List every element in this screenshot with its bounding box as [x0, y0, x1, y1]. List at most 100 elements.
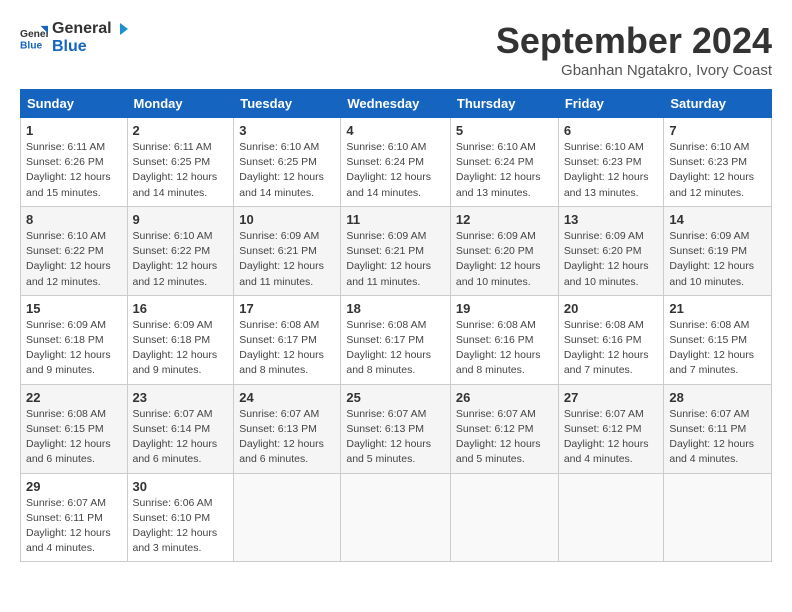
day-info: Sunrise: 6:10 AMSunset: 6:25 PMDaylight:… — [239, 140, 335, 201]
calendar-table: SundayMondayTuesdayWednesdayThursdayFrid… — [20, 89, 772, 562]
day-info: Sunrise: 6:08 AMSunset: 6:17 PMDaylight:… — [239, 318, 335, 379]
calendar-week-row: 1Sunrise: 6:11 AMSunset: 6:26 PMDaylight… — [21, 118, 772, 207]
calendar-cell — [234, 473, 341, 562]
calendar-cell: 13 Sunrise: 6:09 AMSunset: 6:20 PMDayligh… — [558, 206, 664, 295]
day-info: Sunrise: 6:08 AMSunset: 6:16 PMDaylight:… — [456, 318, 553, 379]
day-info: Sunrise: 6:06 AMSunset: 6:10 PMDaylight:… — [133, 496, 229, 557]
day-info: Sunrise: 6:07 AMSunset: 6:13 PMDaylight:… — [239, 407, 335, 468]
day-number: 19 — [456, 301, 553, 316]
calendar-cell: 28Sunrise: 6:07 AMSunset: 6:11 PMDayligh… — [664, 384, 772, 473]
calendar-cell — [558, 473, 664, 562]
calendar-cell: 26Sunrise: 6:07 AMSunset: 6:12 PMDayligh… — [450, 384, 558, 473]
weekday-header-friday: Friday — [558, 90, 664, 118]
day-number: 6 — [564, 123, 659, 138]
calendar-cell: 14Sunrise: 6:09 AMSunset: 6:19 PMDayligh… — [664, 206, 772, 295]
day-number: 12 — [456, 212, 553, 227]
day-number: 25 — [346, 390, 445, 405]
day-info: Sunrise: 6:08 AMSunset: 6:16 PMDaylight:… — [564, 318, 659, 379]
day-info: Sunrise: 6:10 AMSunset: 6:23 PMDaylight:… — [669, 140, 766, 201]
day-info: Sunrise: 6:09 AMSunset: 6:20 PMDaylight:… — [564, 229, 659, 290]
day-info: Sunrise: 6:10 AMSunset: 6:22 PMDaylight:… — [133, 229, 229, 290]
day-number: 4 — [346, 123, 445, 138]
logo-arrow-icon — [114, 21, 130, 37]
day-info: Sunrise: 6:09 AMSunset: 6:20 PMDaylight:… — [456, 229, 553, 290]
day-info: Sunrise: 6:08 AMSunset: 6:15 PMDaylight:… — [669, 318, 766, 379]
day-number: 18 — [346, 301, 445, 316]
calendar-cell: 6 Sunrise: 6:10 AMSunset: 6:23 PMDaylight… — [558, 118, 664, 207]
calendar-week-row: 8 Sunrise: 6:10 AMSunset: 6:22 PMDaylight… — [21, 206, 772, 295]
calendar-cell: 18 Sunrise: 6:08 AMSunset: 6:17 PMDayligh… — [341, 295, 451, 384]
calendar-cell: 10 Sunrise: 6:09 AMSunset: 6:21 PMDayligh… — [234, 206, 341, 295]
calendar-header-row: SundayMondayTuesdayWednesdayThursdayFrid… — [21, 90, 772, 118]
calendar-cell: 12 Sunrise: 6:09 AMSunset: 6:20 PMDayligh… — [450, 206, 558, 295]
day-info: Sunrise: 6:07 AMSunset: 6:11 PMDaylight:… — [669, 407, 766, 468]
weekday-header-tuesday: Tuesday — [234, 90, 341, 118]
day-info: Sunrise: 6:09 AMSunset: 6:18 PMDaylight:… — [26, 318, 122, 379]
calendar-cell: 15 Sunrise: 6:09 AMSunset: 6:18 PMDayligh… — [21, 295, 128, 384]
calendar-cell — [664, 473, 772, 562]
day-number: 8 — [26, 212, 122, 227]
month-title: September 2024 — [496, 20, 772, 62]
calendar-cell: 3 Sunrise: 6:10 AMSunset: 6:25 PMDaylight… — [234, 118, 341, 207]
calendar-cell: 16Sunrise: 6:09 AMSunset: 6:18 PMDayligh… — [127, 295, 234, 384]
calendar-cell: 20Sunrise: 6:08 AMSunset: 6:16 PMDayligh… — [558, 295, 664, 384]
day-info: Sunrise: 6:11 AMSunset: 6:25 PMDaylight:… — [133, 140, 229, 201]
weekday-header-thursday: Thursday — [450, 90, 558, 118]
day-number: 10 — [239, 212, 335, 227]
logo-general-text: General — [52, 20, 112, 38]
calendar-cell: 29 Sunrise: 6:07 AMSunset: 6:11 PMDayligh… — [21, 473, 128, 562]
calendar-cell: 21 Sunrise: 6:08 AMSunset: 6:15 PMDayligh… — [664, 295, 772, 384]
day-number: 7 — [669, 123, 766, 138]
day-number: 24 — [239, 390, 335, 405]
calendar-cell: 19 Sunrise: 6:08 AMSunset: 6:16 PMDayligh… — [450, 295, 558, 384]
day-number: 30 — [133, 479, 229, 494]
logo-icon: General Blue — [20, 24, 48, 52]
calendar-week-row: 22 Sunrise: 6:08 AMSunset: 6:15 PMDayligh… — [21, 384, 772, 473]
calendar-cell: 17 Sunrise: 6:08 AMSunset: 6:17 PMDayligh… — [234, 295, 341, 384]
calendar-cell: 7 Sunrise: 6:10 AMSunset: 6:23 PMDaylight… — [664, 118, 772, 207]
day-info: Sunrise: 6:09 AMSunset: 6:21 PMDaylight:… — [239, 229, 335, 290]
title-block: September 2024 Gbanhan Ngatakro, Ivory C… — [496, 20, 772, 79]
day-info: Sunrise: 6:10 AMSunset: 6:22 PMDaylight:… — [26, 229, 122, 290]
day-number: 3 — [239, 123, 335, 138]
calendar-cell: 22 Sunrise: 6:08 AMSunset: 6:15 PMDayligh… — [21, 384, 128, 473]
day-number: 9 — [133, 212, 229, 227]
day-number: 22 — [26, 390, 122, 405]
calendar-cell — [341, 473, 451, 562]
day-number: 2 — [133, 123, 229, 138]
day-number: 23 — [133, 390, 229, 405]
day-number: 13 — [564, 212, 659, 227]
calendar-cell: 25 Sunrise: 6:07 AMSunset: 6:13 PMDayligh… — [341, 384, 451, 473]
logo-blue-text: Blue — [52, 38, 87, 55]
calendar-cell: 8 Sunrise: 6:10 AMSunset: 6:22 PMDaylight… — [21, 206, 128, 295]
weekday-header-sunday: Sunday — [21, 90, 128, 118]
calendar-cell: 9 Sunrise: 6:10 AMSunset: 6:22 PMDaylight… — [127, 206, 234, 295]
day-info: Sunrise: 6:09 AMSunset: 6:18 PMDaylight:… — [133, 318, 229, 379]
day-info: Sunrise: 6:10 AMSunset: 6:23 PMDaylight:… — [564, 140, 659, 201]
day-info: Sunrise: 6:10 AMSunset: 6:24 PMDaylight:… — [456, 140, 553, 201]
day-info: Sunrise: 6:08 AMSunset: 6:17 PMDaylight:… — [346, 318, 445, 379]
day-number: 14 — [669, 212, 766, 227]
calendar-cell: 2 Sunrise: 6:11 AMSunset: 6:25 PMDaylight… — [127, 118, 234, 207]
calendar-cell: 23Sunrise: 6:07 AMSunset: 6:14 PMDayligh… — [127, 384, 234, 473]
calendar-week-row: 29 Sunrise: 6:07 AMSunset: 6:11 PMDayligh… — [21, 473, 772, 562]
day-info: Sunrise: 6:10 AMSunset: 6:24 PMDaylight:… — [346, 140, 445, 201]
day-info: Sunrise: 6:07 AMSunset: 6:12 PMDaylight:… — [456, 407, 553, 468]
calendar-cell: 24 Sunrise: 6:07 AMSunset: 6:13 PMDayligh… — [234, 384, 341, 473]
day-number: 17 — [239, 301, 335, 316]
calendar-cell: 4 Sunrise: 6:10 AMSunset: 6:24 PMDaylight… — [341, 118, 451, 207]
day-info: Sunrise: 6:08 AMSunset: 6:15 PMDaylight:… — [26, 407, 122, 468]
day-info: Sunrise: 6:09 AMSunset: 6:21 PMDaylight:… — [346, 229, 445, 290]
calendar-cell: 1Sunrise: 6:11 AMSunset: 6:26 PMDaylight… — [21, 118, 128, 207]
calendar-cell: 27Sunrise: 6:07 AMSunset: 6:12 PMDayligh… — [558, 384, 664, 473]
day-number: 29 — [26, 479, 122, 494]
day-info: Sunrise: 6:07 AMSunset: 6:11 PMDaylight:… — [26, 496, 122, 557]
day-number: 11 — [346, 212, 445, 227]
day-number: 27 — [564, 390, 659, 405]
calendar-cell: 30 Sunrise: 6:06 AMSunset: 6:10 PMDayligh… — [127, 473, 234, 562]
day-number: 21 — [669, 301, 766, 316]
day-number: 15 — [26, 301, 122, 316]
calendar-cell: 5Sunrise: 6:10 AMSunset: 6:24 PMDaylight… — [450, 118, 558, 207]
day-info: Sunrise: 6:07 AMSunset: 6:13 PMDaylight:… — [346, 407, 445, 468]
page-header: General Blue General Blue September 2024… — [20, 20, 772, 79]
